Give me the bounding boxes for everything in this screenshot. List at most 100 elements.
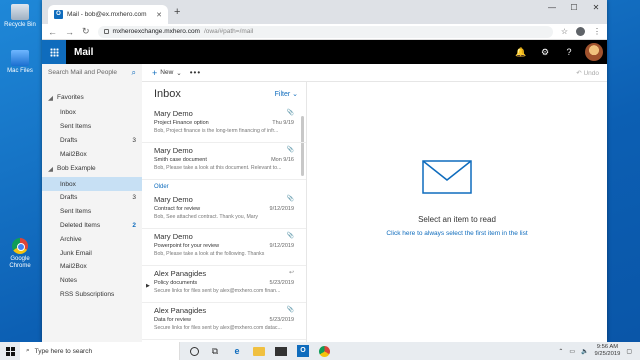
message-item[interactable]: Mary Demo 📎 Powerpoint for your review 9/1…	[142, 229, 306, 266]
caret-down-icon: ◢	[48, 166, 53, 174]
chrome-taskbar-icon[interactable]	[319, 345, 330, 357]
message-sender: Mary Demo	[154, 232, 193, 241]
back-arrow-icon[interactable]: ←	[48, 27, 57, 37]
url-field[interactable]: mxheroexchange.mxhero.com/owa/#path=/mai…	[97, 25, 553, 38]
message-item[interactable]: ▶ Alex Panagides ↩ Policy documents 5/23/2…	[142, 266, 306, 303]
close-window-button[interactable]: ✕	[585, 0, 607, 18]
profile-icon[interactable]	[576, 27, 585, 36]
avatar[interactable]	[585, 43, 603, 61]
google-chrome-shortcut[interactable]: Google Chrome	[3, 238, 37, 270]
taskbar-search-placeholder: Type here to search	[34, 347, 93, 355]
menu-kebab-icon[interactable]: ⋮	[593, 27, 601, 36]
task-view-split-icon[interactable]: ⧉	[209, 345, 221, 357]
search-input[interactable]: Search Mail and People ⌕	[42, 63, 142, 82]
file-explorer-icon[interactable]	[253, 346, 265, 356]
gear-icon[interactable]: ⚙	[533, 47, 557, 58]
undo-button[interactable]: ↶ Undo	[576, 69, 599, 77]
favorites-label: Favorites	[57, 94, 84, 101]
paperclip-icon: 📎	[286, 196, 294, 202]
folder-item-rss[interactable]: RSS Subscriptions	[42, 288, 142, 302]
minimize-button[interactable]: —	[541, 0, 563, 18]
paperclip-icon: 📎	[286, 147, 294, 153]
clock[interactable]: 9:56 AM 9/25/2019	[595, 344, 621, 358]
message-item[interactable]: Mary Demo 📎 Smith case document Mon 9/16 B…	[142, 143, 306, 180]
folder-item-mail2box[interactable]: Mail2Box	[42, 260, 142, 274]
help-icon[interactable]: ?	[557, 47, 581, 57]
network-icon[interactable]: ▭	[569, 348, 575, 355]
start-button[interactable]	[0, 346, 20, 356]
system-tray: ⌃ ▭ 🔈 9:56 AM 9/25/2019 ▢	[558, 344, 640, 358]
expand-arrow-icon[interactable]: ▶	[146, 283, 150, 289]
star-icon[interactable]: ☆	[561, 27, 568, 36]
message-item[interactable]: Mary Demo 📎 Project Finance option Thu 9/1…	[142, 106, 306, 143]
message-subject: Data for review	[154, 317, 191, 323]
message-preview: Secure links for files sent by alex@mxhe…	[154, 325, 282, 331]
main-area: ◢ Favorites Inbox Sent Items Drafts 3 Mail…	[42, 82, 607, 342]
bell-icon[interactable]: 🔔	[509, 47, 533, 58]
outlook-icon[interactable]: O	[297, 345, 309, 357]
folder-item-drafts[interactable]: Drafts 3	[42, 191, 142, 205]
folder-item-archive[interactable]: Archive	[42, 232, 142, 246]
store-icon[interactable]	[275, 346, 287, 356]
caret-down-icon: ◢	[48, 95, 53, 102]
folder-label: Junk Email	[60, 249, 92, 257]
maximize-button[interactable]: ☐	[563, 0, 585, 18]
notifications-icon[interactable]: ▢	[626, 348, 632, 355]
lock-icon	[103, 29, 109, 34]
window-controls: — ☐ ✕	[541, 0, 607, 18]
recycle-bin-icon[interactable]: Recycle Bin	[3, 4, 37, 29]
taskbar-search-input[interactable]: ⌕ Type here to search	[20, 342, 180, 360]
folder-label: Sent Items	[60, 123, 92, 131]
new-message-button[interactable]: + New ⌄	[152, 68, 182, 78]
favorite-item-sent[interactable]: Sent Items	[42, 120, 142, 134]
volume-icon[interactable]: 🔈	[581, 348, 588, 355]
paperclip-icon: 📎	[286, 307, 294, 313]
folder-label: Mail2Box	[60, 150, 87, 158]
filter-label: Filter	[274, 91, 291, 98]
forward-arrow-icon[interactable]: →	[65, 27, 74, 37]
search-icon[interactable]: ⌕	[132, 68, 136, 78]
folder-item-junk[interactable]: Junk Email	[42, 246, 142, 260]
chrome-icon	[12, 238, 28, 254]
tab-title: Mail - bob@ex.mxhero.com	[67, 11, 147, 18]
select-first-item-link[interactable]: Click here to always select the first it…	[307, 230, 607, 237]
message-item[interactable]: Mary Demo 📎 Contract for review 9/12/2019 …	[142, 192, 306, 229]
reply-icon: ↩	[288, 270, 294, 276]
folder-label: Notes	[60, 277, 77, 285]
favorite-item-drafts[interactable]: Drafts 3	[42, 134, 142, 148]
folder-item-notes[interactable]: Notes	[42, 274, 142, 288]
paperclip-icon: 📎	[286, 233, 294, 239]
taskbar: ⌕ Type here to search ⧉ e O ⌃ ▭ 🔈 9:56 A…	[0, 342, 640, 360]
mac-files-icon[interactable]: Mac Files	[3, 50, 37, 75]
folder-item-sent[interactable]: Sent Items	[42, 205, 142, 219]
favorite-item-mail2box[interactable]: Mail2Box	[42, 147, 142, 161]
folder-count: 2	[132, 221, 136, 229]
folder-count: 3	[132, 136, 136, 144]
edge-icon[interactable]: e	[231, 345, 243, 357]
tray-chevron-icon[interactable]: ⌃	[558, 348, 563, 355]
plus-icon: +	[152, 67, 158, 78]
folder-item-inbox[interactable]: Inbox	[42, 177, 142, 191]
folder-item-deleted[interactable]: Deleted Items 2	[42, 219, 142, 233]
reading-pane: Select an item to read Click here to alw…	[307, 82, 607, 342]
new-tab-button[interactable]: +	[174, 6, 180, 18]
chevron-down-icon[interactable]: ⌄	[176, 69, 181, 77]
reload-icon[interactable]: ↻	[82, 26, 90, 37]
app-title: Mail	[74, 46, 94, 58]
browser-tab[interactable]: O Mail - bob@ex.mxhero.com ✕	[48, 5, 168, 24]
message-subject: Project Finance option	[154, 120, 209, 126]
close-tab-icon[interactable]: ✕	[156, 11, 162, 19]
app-launcher-button[interactable]	[42, 40, 66, 64]
group-header-older: Older	[154, 184, 169, 190]
task-view-icon[interactable]	[190, 346, 199, 356]
desktop-icon-label: Mac Files	[7, 68, 33, 74]
more-options-icon[interactable]: •••	[190, 68, 201, 77]
message-preview: Bob, Project finance is the long-term fi…	[154, 128, 279, 134]
filter-button[interactable]: Filter ⌄	[275, 90, 298, 98]
message-item[interactable]: Alex Panagides 📎 Data for review 5/23/2019…	[142, 303, 306, 340]
favorite-item-inbox[interactable]: Inbox	[42, 106, 142, 120]
account-header[interactable]: ◢ Bob Example	[42, 161, 142, 177]
new-label: New	[160, 69, 174, 76]
message-sender: Mary Demo	[154, 109, 193, 118]
favorites-header[interactable]: ◢ Favorites	[42, 90, 142, 106]
